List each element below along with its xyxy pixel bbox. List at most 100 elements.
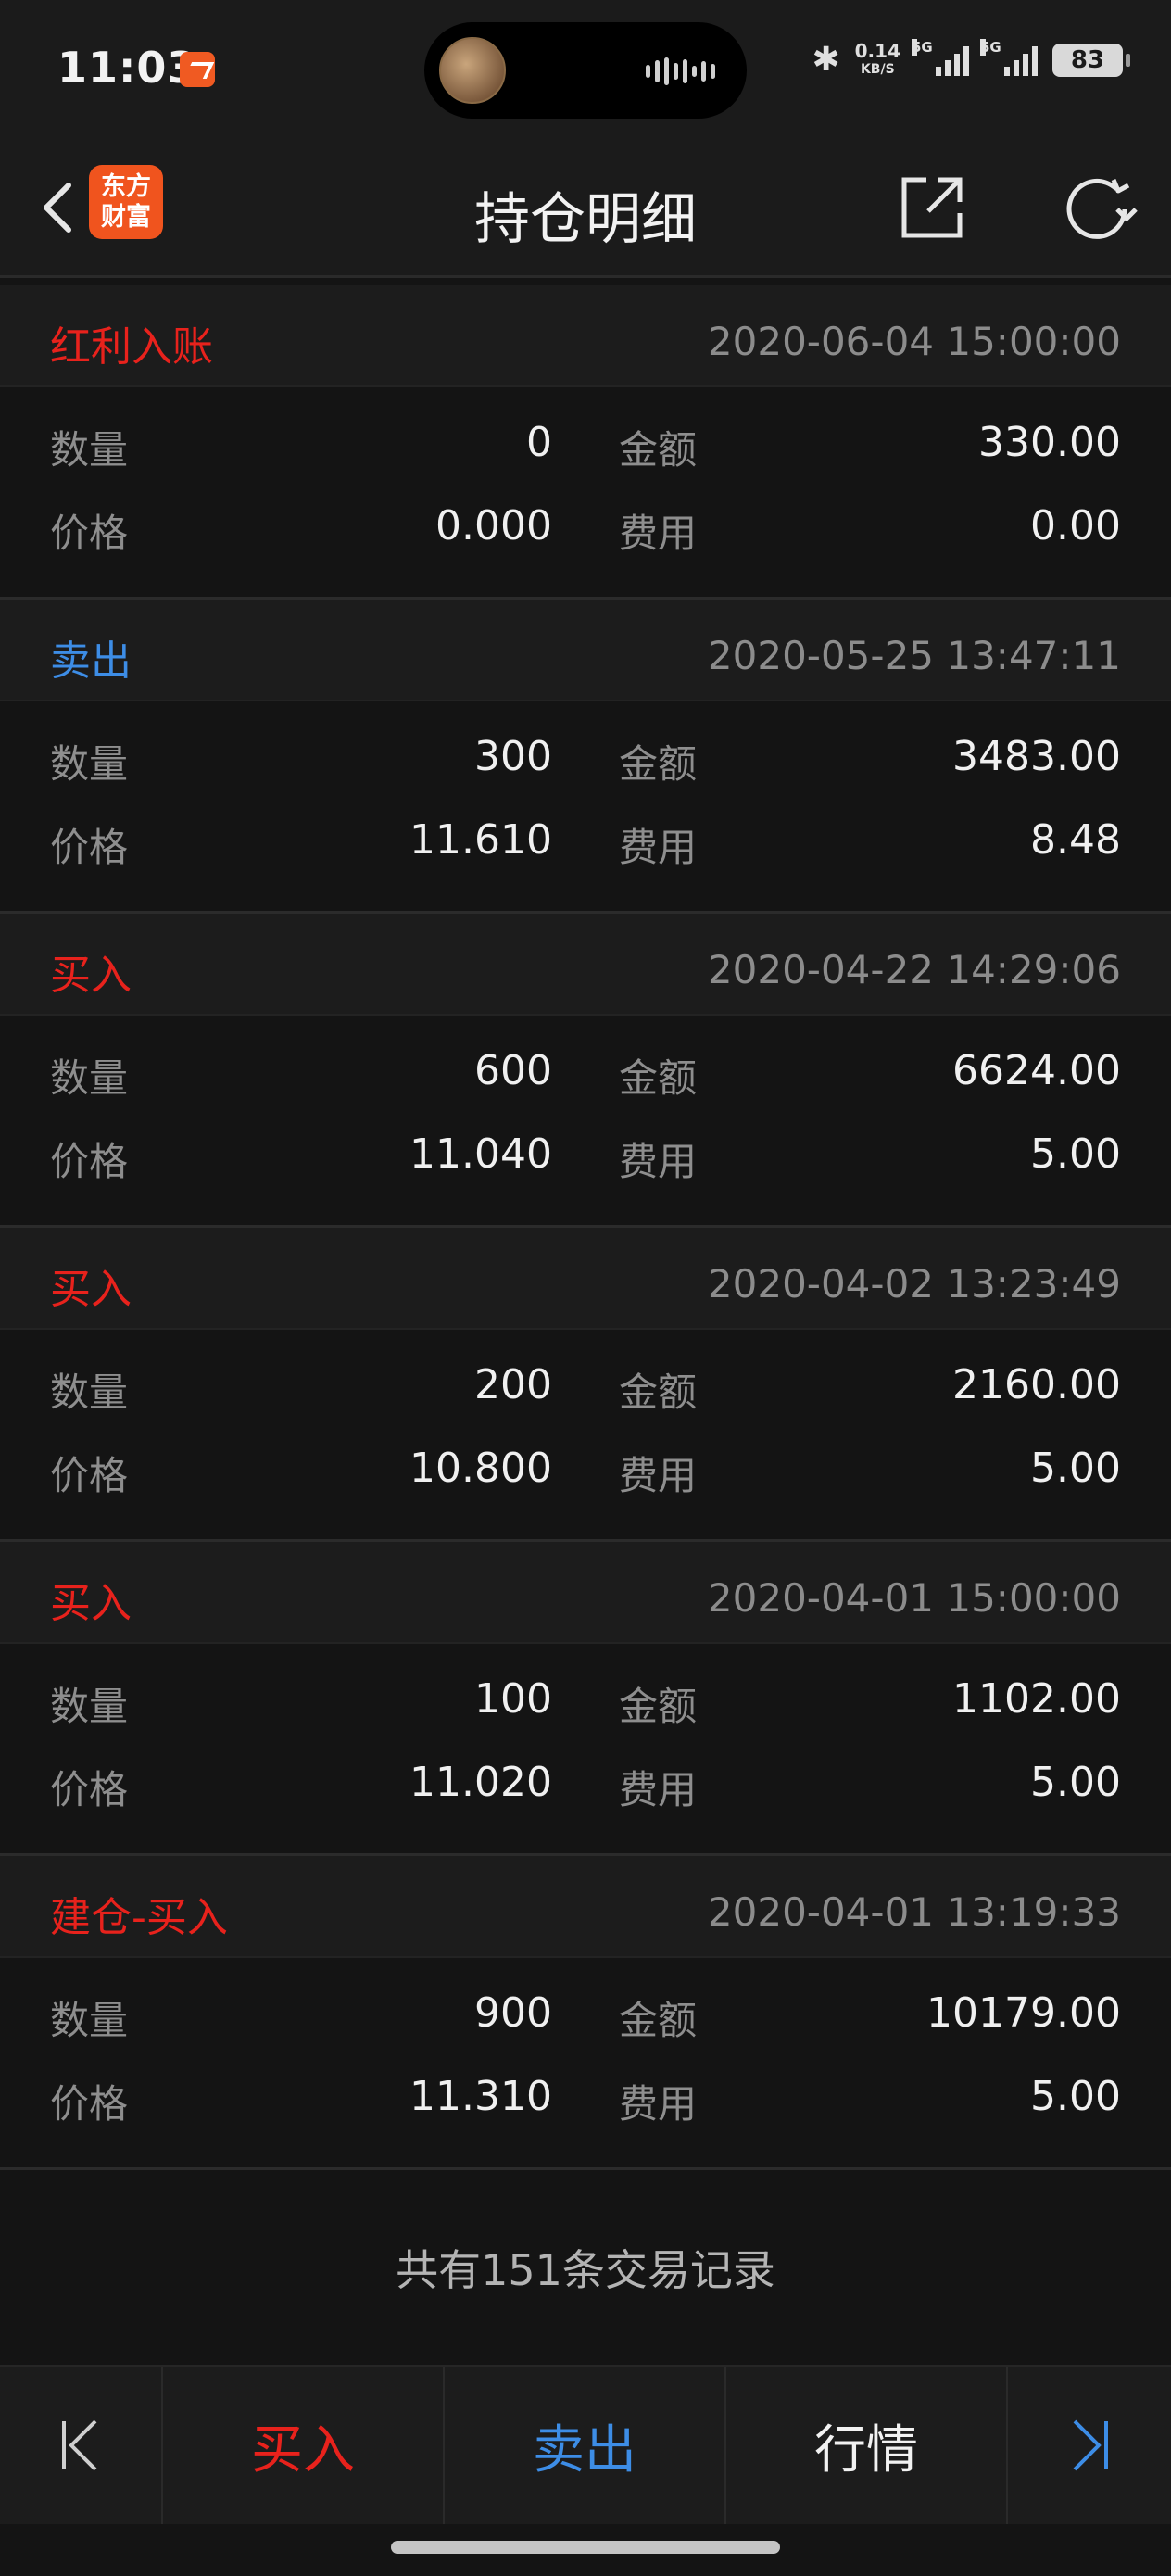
quote-button[interactable]: 行情 xyxy=(726,2367,1008,2524)
record-header: 卖出 2020-05-25 13:47:11 xyxy=(0,600,1171,701)
price-label: 价格 xyxy=(50,1767,129,1812)
record-time: 2020-04-22 14:29:06 xyxy=(707,947,1121,992)
record-header: 买入 2020-04-02 13:23:49 xyxy=(0,1228,1171,1330)
amount-value: 10179.00 xyxy=(926,1989,1121,2037)
quantity-value: 200 xyxy=(474,1361,552,1408)
record-time: 2020-05-25 13:47:11 xyxy=(707,633,1121,678)
fee-label: 费用 xyxy=(619,2081,698,2127)
fee-value: 8.48 xyxy=(1030,816,1121,864)
price-value: 11.610 xyxy=(409,816,552,864)
record-type: 买入 xyxy=(50,1580,132,1627)
home-indicator[interactable] xyxy=(391,2541,780,2554)
record-summary: 共有151条交易记录 xyxy=(0,2174,1171,2365)
back-arrow-icon[interactable] xyxy=(33,180,89,235)
list-item[interactable]: 买入 2020-04-01 15:00:00 数量 100 金额 1102.00… xyxy=(0,1542,1171,1856)
signal-2-icon: 5G xyxy=(980,38,1038,76)
price-value: 11.040 xyxy=(409,1130,552,1178)
last-page-button[interactable] xyxy=(1008,2367,1171,2524)
price-value: 0.000 xyxy=(435,502,552,549)
record-type: 卖出 xyxy=(50,638,132,685)
price-label: 价格 xyxy=(50,511,129,556)
sell-button[interactable]: 卖出 xyxy=(445,2367,726,2524)
quantity-label: 数量 xyxy=(50,741,129,787)
record-type: 买入 xyxy=(50,1266,132,1313)
amount-label: 金额 xyxy=(619,741,698,787)
amount-value: 2160.00 xyxy=(952,1361,1121,1408)
record-type: 红利入账 xyxy=(50,323,213,371)
quantity-label: 数量 xyxy=(50,1998,129,2043)
status-bar: 11:03 ✱ 0.14 KB/S 5G 5G 83 xyxy=(0,0,1171,139)
fee-value: 5.00 xyxy=(1030,1130,1121,1178)
media-thumbnail-icon xyxy=(439,37,506,104)
list-item[interactable]: 买入 2020-04-02 13:23:49 数量 200 金额 2160.00… xyxy=(0,1228,1171,1542)
brand-logo[interactable]: 东方 财富 xyxy=(89,165,163,239)
first-page-icon xyxy=(62,2419,97,2471)
fee-value: 5.00 xyxy=(1030,1445,1121,1492)
quantity-value: 0 xyxy=(526,419,552,466)
amount-value: 330.00 xyxy=(978,419,1121,466)
fee-value: 0.00 xyxy=(1030,502,1121,549)
amount-label: 金额 xyxy=(619,1998,698,2043)
fee-label: 费用 xyxy=(619,825,698,870)
amount-label: 金额 xyxy=(619,1370,698,1415)
bluetooth-icon: ✱ xyxy=(812,41,840,79)
fee-value: 5.00 xyxy=(1030,1759,1121,1806)
quantity-label: 数量 xyxy=(50,1055,129,1101)
list-item[interactable]: 建仓-买入 2020-04-01 13:19:33 数量 900 金额 1017… xyxy=(0,1856,1171,2170)
record-time: 2020-06-04 15:00:00 xyxy=(707,319,1121,364)
amount-label: 金额 xyxy=(619,1684,698,1729)
list-item[interactable]: 买入 2020-04-22 14:29:06 数量 600 金额 6624.00… xyxy=(0,914,1171,1228)
refresh-icon[interactable] xyxy=(1060,170,1138,248)
fee-label: 费用 xyxy=(619,1767,698,1812)
quantity-label: 数量 xyxy=(50,1370,129,1415)
record-header: 买入 2020-04-22 14:29:06 xyxy=(0,914,1171,1016)
price-value: 11.020 xyxy=(409,1759,552,1806)
amount-value: 3483.00 xyxy=(952,733,1121,780)
transaction-list[interactable]: 红利入账 2020-06-04 15:00:00 数量 0 金额 330.00 … xyxy=(0,285,1171,2170)
price-label: 价格 xyxy=(50,825,129,870)
net-speed: 0.14 KB/S xyxy=(854,39,900,77)
amount-value: 1102.00 xyxy=(952,1675,1121,1723)
record-header: 红利入账 2020-06-04 15:00:00 xyxy=(0,285,1171,387)
price-value: 11.310 xyxy=(409,2073,552,2120)
quantity-label: 数量 xyxy=(50,1684,129,1729)
battery-icon: 83 xyxy=(1052,43,1130,77)
list-item[interactable]: 红利入账 2020-06-04 15:00:00 数量 0 金额 330.00 … xyxy=(0,285,1171,600)
fee-label: 费用 xyxy=(619,1453,698,1498)
quantity-label: 数量 xyxy=(50,427,129,473)
amount-label: 金额 xyxy=(619,1055,698,1101)
share-icon[interactable] xyxy=(895,170,969,245)
status-time: 11:03 xyxy=(57,43,198,93)
price-label: 价格 xyxy=(50,2081,129,2127)
status-indicators: ✱ 0.14 KB/S 5G 5G 83 xyxy=(812,38,1130,79)
record-count-text: 共有151条交易记录 xyxy=(396,2245,775,2295)
record-header: 买入 2020-04-01 15:00:00 xyxy=(0,1542,1171,1644)
bottom-action-bar: 买入 卖出 行情 xyxy=(0,2365,1171,2524)
signal-1-icon: 5G xyxy=(912,38,969,76)
amount-label: 金额 xyxy=(619,427,698,473)
fee-value: 5.00 xyxy=(1030,2073,1121,2120)
fee-label: 费用 xyxy=(619,511,698,556)
price-label: 价格 xyxy=(50,1139,129,1184)
app-notification-icon xyxy=(180,52,215,87)
page-title: 持仓明细 xyxy=(474,187,697,252)
buy-button[interactable]: 买入 xyxy=(163,2367,445,2524)
record-time: 2020-04-01 13:19:33 xyxy=(707,1889,1121,1935)
record-header: 建仓-买入 2020-04-01 13:19:33 xyxy=(0,1856,1171,1958)
record-time: 2020-04-01 15:00:00 xyxy=(707,1575,1121,1621)
fee-label: 费用 xyxy=(619,1139,698,1184)
quantity-value: 100 xyxy=(474,1675,552,1723)
quantity-value: 300 xyxy=(474,733,552,780)
quantity-value: 600 xyxy=(474,1047,552,1094)
record-time: 2020-04-02 13:23:49 xyxy=(707,1261,1121,1307)
price-value: 10.800 xyxy=(409,1445,552,1492)
amount-value: 6624.00 xyxy=(952,1047,1121,1094)
list-item[interactable]: 卖出 2020-05-25 13:47:11 数量 300 金额 3483.00… xyxy=(0,600,1171,914)
dynamic-island[interactable] xyxy=(424,22,747,119)
first-page-button[interactable] xyxy=(0,2367,163,2524)
price-label: 价格 xyxy=(50,1453,129,1498)
last-page-icon xyxy=(1073,2419,1108,2471)
quantity-value: 900 xyxy=(474,1989,552,2037)
record-type: 买入 xyxy=(50,952,132,999)
audio-wave-icon xyxy=(646,57,715,85)
